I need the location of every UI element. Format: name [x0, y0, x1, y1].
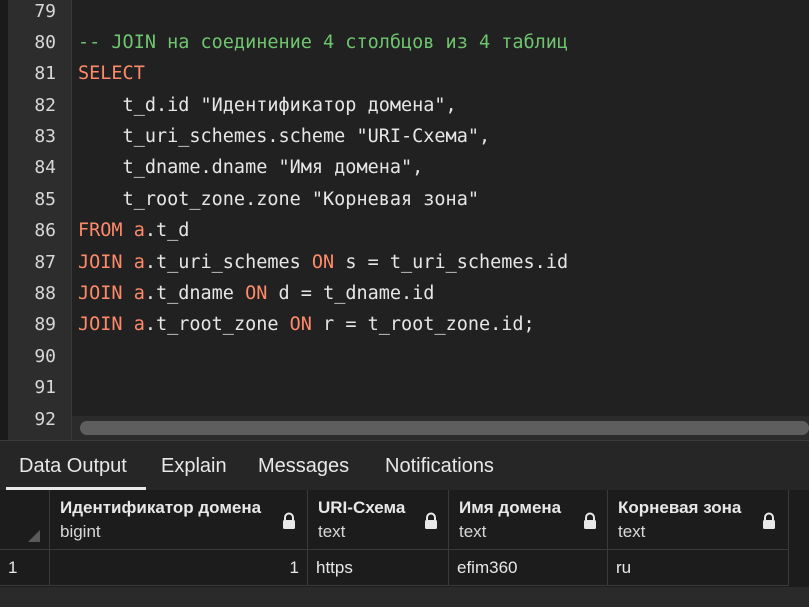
line-number: 87 — [34, 252, 56, 273]
table-ref: .t_root_zone — [144, 314, 290, 335]
keyword: JOIN — [78, 252, 123, 273]
line-number: 79 — [34, 1, 56, 22]
corner-triangle-icon — [28, 530, 40, 542]
keyword: JOIN — [78, 314, 123, 335]
code-line-comment: -- JOIN на соединение 4 столбцов из 4 та… — [78, 32, 569, 53]
code-line: t_uri_schemes.scheme "URI-Схема", — [78, 126, 491, 147]
line-number: 89 — [34, 314, 56, 335]
line-number: 81 — [34, 63, 56, 84]
lock-icon — [425, 512, 437, 529]
line-number: 82 — [34, 95, 56, 116]
sql-editor[interactable]: 79 80 81 82 83 84 85 86 87 88 89 90 91 9… — [0, 0, 809, 440]
code-area[interactable]: -- JOIN на соединение 4 столбцов из 4 та… — [78, 0, 809, 440]
results-tab-bar: Data Output Explain Messages Notificatio… — [0, 440, 809, 491]
column-name: Идентификатор домена — [60, 498, 262, 517]
column-name: Корневая зона — [618, 498, 742, 517]
code-line: t_dname.dname "Имя домена", — [78, 157, 424, 178]
tab-messages[interactable]: Messages — [258, 441, 349, 491]
table-cell[interactable]: ru — [608, 550, 789, 586]
column-name: Имя домена — [459, 498, 562, 517]
column-header[interactable]: Имя домена text — [449, 490, 608, 550]
line-number-gutter: 79 80 81 82 83 84 85 86 87 88 89 90 91 9… — [8, 0, 72, 440]
table-cell[interactable]: https — [308, 550, 449, 586]
keyword: JOIN — [78, 283, 123, 304]
table-cell[interactable]: efim360 — [449, 550, 608, 586]
scrollbar-thumb[interactable] — [80, 421, 809, 435]
tab-data-output[interactable]: Data Output — [19, 441, 127, 491]
column-type: text — [618, 522, 646, 541]
code-line: JOIN a.t_uri_schemes ON s = t_uri_scheme… — [78, 253, 568, 273]
table-ref: .t_dname — [144, 283, 246, 304]
editor-left-bar — [0, 0, 8, 440]
column-name: URI-Схема — [318, 498, 406, 517]
line-number: 84 — [34, 157, 56, 178]
horizontal-scrollbar[interactable] — [72, 416, 809, 440]
line-number: 80 — [34, 32, 56, 53]
table-cell[interactable]: 1 — [50, 550, 308, 586]
code-line: JOIN a.t_dname ON d = t_dname.id — [78, 284, 434, 304]
table-ref: .t_d — [144, 220, 190, 241]
column-type: text — [318, 522, 346, 541]
code-line: FROM a.t_d — [78, 221, 189, 241]
table-ref: .t_uri_schemes — [144, 252, 312, 273]
column-header[interactable]: Корневая зона text — [608, 490, 789, 550]
tab-explain[interactable]: Explain — [161, 441, 227, 491]
code-line: t_root_zone.zone "Корневая зона" — [78, 189, 479, 210]
join-condition: d = t_dname.id — [267, 283, 435, 304]
lock-icon — [763, 512, 775, 529]
code-line: t_d.id "Идентификатор домена", — [78, 95, 457, 116]
join-condition: s = t_uri_schemes.id — [334, 252, 569, 273]
keyword: FROM — [78, 220, 123, 241]
line-number: 86 — [34, 220, 56, 241]
keyword: ON — [245, 283, 268, 304]
row-number[interactable]: 1 — [0, 550, 50, 586]
line-number: 85 — [34, 189, 56, 210]
grid-empty-area — [0, 587, 809, 607]
keyword: ON — [289, 314, 312, 335]
line-number: 92 — [34, 409, 56, 430]
lock-icon — [584, 512, 596, 529]
column-header[interactable]: URI-Схема text — [308, 490, 449, 550]
column-type: text — [459, 522, 487, 541]
column-header[interactable]: Идентификатор домена bigint — [50, 490, 308, 550]
select-all-corner[interactable] — [0, 490, 50, 550]
schema-name: a — [133, 220, 145, 241]
schema-name: a — [133, 283, 145, 304]
keyword: ON — [311, 252, 335, 273]
schema-name: a — [133, 314, 145, 335]
schema-name: a — [133, 252, 145, 273]
tab-notifications[interactable]: Notifications — [385, 441, 494, 491]
column-type: bigint — [60, 522, 101, 541]
join-condition: r = t_root_zone.id; — [311, 314, 535, 335]
data-output-grid: Идентификатор домена bigint URI-Схема te… — [0, 490, 809, 607]
line-number: 88 — [34, 283, 56, 304]
keyword: SELECT — [78, 63, 145, 84]
line-number: 90 — [34, 346, 56, 367]
lock-icon — [283, 512, 295, 529]
line-number: 83 — [34, 126, 56, 147]
line-number: 91 — [34, 377, 56, 398]
code-line: SELECT — [78, 64, 145, 84]
code-line: JOIN a.t_root_zone ON r = t_root_zone.id… — [78, 315, 535, 335]
